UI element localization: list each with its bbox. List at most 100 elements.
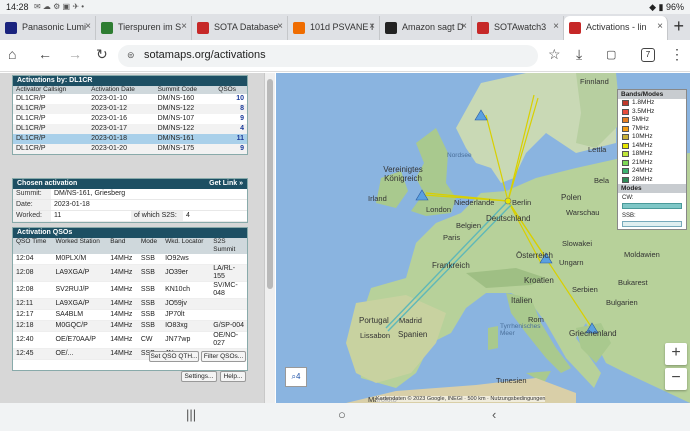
- close-tab-icon[interactable]: ×: [369, 21, 375, 32]
- scrollbar-thumb[interactable]: [267, 79, 273, 289]
- activation-row[interactable]: DL1CR/P 2023-01-10 DM/NS-160 10: [13, 94, 247, 104]
- open-in-app-icon[interactable]: ▢: [606, 48, 616, 61]
- qso-cell: 12:11: [13, 298, 53, 310]
- date-value: 2023-01-18: [51, 199, 247, 211]
- qso-col-header[interactable]: Worked Station: [52, 238, 108, 254]
- tab-5[interactable]: SOTAwatch3 ×: [472, 16, 564, 40]
- activations-col-header[interactable]: Summit Code: [154, 86, 216, 94]
- download-icon[interactable]: ⤓: [576, 46, 582, 63]
- back-icon[interactable]: ←: [38, 46, 52, 62]
- band-label: 18MHz: [632, 150, 653, 157]
- label-spanien: Spanien: [398, 330, 428, 339]
- new-tab-button[interactable]: +: [673, 16, 684, 37]
- qso-row[interactable]: 12:17 SA4BLM 14MHz SSB JP70lt: [13, 309, 247, 321]
- chosen-activation-title: Chosen activation: [17, 180, 78, 187]
- notification-icons: ✉ ☁ ⚙ ▣ ✈ •: [34, 2, 85, 11]
- activation-row[interactable]: DL1CR/P 2023-01-17 DM/NS-122 4: [13, 124, 247, 134]
- activation-cell: DM/NS-160: [157, 95, 195, 102]
- tab-4[interactable]: Amazon sagt D ×: [380, 16, 472, 40]
- label-lissabon: Lissabon: [360, 331, 391, 340]
- band-label: 24MHz: [632, 167, 653, 174]
- qso-row[interactable]: 12:18 M0GQC/P 14MHz SSB IO83xg G/SP-004: [13, 320, 247, 332]
- tab-6[interactable]: Activations - lin ×: [564, 16, 668, 40]
- settings-button[interactable]: Settings...: [181, 371, 217, 382]
- tab-0[interactable]: Panasonic Lumi ×: [0, 16, 96, 40]
- close-tab-icon[interactable]: ×: [277, 21, 283, 32]
- qso-cell: IO92ws: [162, 254, 211, 265]
- left-panel-area: Activations by: DL1CR Activator Callsign…: [0, 73, 275, 403]
- qso-col-header[interactable]: Band: [107, 238, 138, 254]
- qso-row[interactable]: 12:08 LA9XGA/P 14MHz SSB JO39er LA/RL-155: [13, 264, 247, 282]
- activation-row[interactable]: DL1CR/P 2023-01-20 DM/NS-175 9: [13, 144, 247, 154]
- tab-switcher-button[interactable]: 7: [641, 48, 655, 62]
- address-bar[interactable]: ⊜ sotamaps.org/activations: [118, 45, 538, 67]
- activation-cell: 2023-01-16: [91, 115, 127, 122]
- activation-row[interactable]: DL1CR/P 2023-01-18 DM/NS-161 11: [13, 134, 247, 144]
- map-search-control[interactable]: ⌕4: [285, 367, 307, 387]
- forward-icon[interactable]: →: [68, 46, 82, 62]
- band-legend-item: 28MHz: [618, 176, 686, 185]
- close-tab-icon[interactable]: ×: [553, 21, 559, 32]
- s2s-value: 4: [183, 210, 247, 222]
- s2s-label: of which S2S:: [131, 210, 183, 222]
- android-nav-bar: ||| ○ ‹: [0, 403, 690, 431]
- qso-table: QSO Time Worked Station Band Mode Wkd. Locat…: [13, 238, 247, 360]
- left-panel-scrollbar[interactable]: [264, 73, 275, 403]
- map-view[interactable]: Finnland Lettla Bela Vereinigtes Königre…: [276, 73, 690, 403]
- activation-row[interactable]: DL1CR/P 2023-01-16 DM/NS-107 9: [13, 114, 247, 124]
- tab-favicon-icon: [385, 22, 397, 34]
- set-qso-qth-button[interactable]: Set QSO QTH...: [149, 351, 199, 362]
- activation-row[interactable]: DL1CR/P 2023-01-12 DM/NS-122 8: [13, 104, 247, 114]
- tab-favicon-icon: [5, 22, 17, 34]
- qso-col-header[interactable]: Wkd. Locator: [162, 238, 211, 254]
- qso-row[interactable]: 12:04 M0PLX/M 14MHz SSB IO92ws: [13, 254, 247, 265]
- close-tab-icon[interactable]: ×: [657, 21, 663, 32]
- close-tab-icon[interactable]: ×: [461, 21, 467, 32]
- qso-cell: JO39er: [162, 264, 211, 282]
- qso-row[interactable]: 12:40 OE/E70AA/P 14MHz CW JN77wp OE/NO-027: [13, 331, 247, 349]
- site-info-icon[interactable]: ⊜: [127, 50, 135, 61]
- activations-title: Activations by:: [17, 77, 68, 84]
- zoom-in-button[interactable]: +: [665, 343, 687, 365]
- mode-cw-label: CW:: [622, 195, 634, 201]
- qso-col-header[interactable]: QSO Time: [13, 238, 53, 254]
- get-link[interactable]: Get Link »: [209, 180, 243, 187]
- qso-cell: [210, 298, 247, 310]
- activations-col-header[interactable]: QSOs: [215, 86, 247, 94]
- band-color-swatch: [622, 117, 629, 123]
- activations-col-header[interactable]: Activation Date: [88, 86, 155, 94]
- bookmark-star-icon[interactable]: ☆: [548, 46, 561, 63]
- back-nav-icon[interactable]: ‹: [492, 407, 496, 422]
- band-color-swatch: [622, 134, 629, 140]
- activation-cell: DM/NS-175: [154, 144, 216, 154]
- zoom-out-button[interactable]: −: [665, 368, 687, 390]
- tab-favicon-icon: [197, 22, 209, 34]
- recents-icon[interactable]: |||: [186, 407, 196, 422]
- tab-3[interactable]: 101d PSVANE I ×: [288, 16, 380, 40]
- home-nav-icon[interactable]: ○: [338, 407, 346, 422]
- label-italien: Italien: [511, 296, 533, 305]
- filter-qsos-button[interactable]: Filter QSOs...: [201, 351, 246, 362]
- help-button[interactable]: Help...: [220, 371, 246, 382]
- close-tab-icon[interactable]: ×: [85, 21, 91, 32]
- qso-cell: CW: [137, 331, 163, 349]
- qso-row[interactable]: 12:08 SV2RUJ/P 14MHz SSB KN10ch SV/MC-048: [13, 281, 247, 299]
- band-legend-item: 5MHz: [618, 116, 686, 125]
- tab-2[interactable]: SOTA Database ×: [192, 16, 288, 40]
- band-color-swatch: [622, 142, 629, 149]
- qso-cell: OE/NO-027: [210, 331, 247, 349]
- summit-value: DM/NS-161, Griesberg: [51, 189, 247, 200]
- qso-col-header[interactable]: S2S Summit: [210, 238, 247, 254]
- qso-col-header[interactable]: Mode: [137, 238, 163, 254]
- qso-row[interactable]: 12:11 LA9XGA/P 14MHz SSB JO59jv: [13, 298, 247, 310]
- reload-icon[interactable]: ↻: [96, 46, 108, 63]
- activation-cell: 8: [215, 104, 247, 114]
- home-icon[interactable]: ⌂: [8, 46, 16, 62]
- tab-title: 101d PSVANE I: [310, 22, 374, 32]
- close-tab-icon[interactable]: ×: [181, 21, 187, 32]
- menu-icon[interactable]: ⋮: [670, 46, 684, 63]
- band-color-swatch: [622, 168, 629, 174]
- tab-strip: Panasonic Lumi × Tierspuren im S × SOTA Data…: [0, 14, 690, 40]
- tab-1[interactable]: Tierspuren im S ×: [96, 16, 192, 40]
- activations-col-header[interactable]: Activator Callsign: [13, 86, 89, 94]
